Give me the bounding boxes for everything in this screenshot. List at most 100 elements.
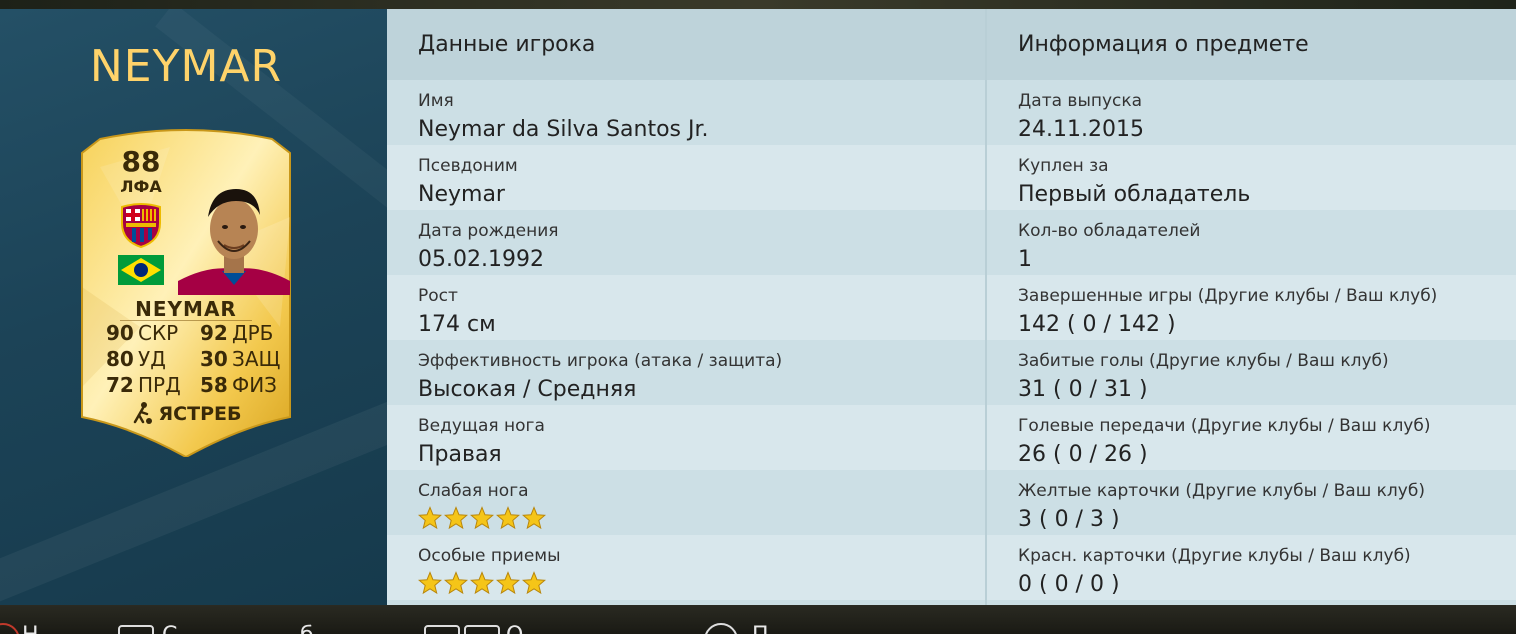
stat-value: 90	[106, 321, 134, 345]
stat-label: ЗАЩ	[232, 347, 281, 371]
star-icon	[418, 506, 442, 530]
stat-label: ДРБ	[232, 321, 274, 345]
info-value: Высокая / Средняя	[418, 377, 637, 402]
info-label: Завершенные игры (Другие клубы / Ваш клу…	[1018, 286, 1438, 306]
r1-button-icon	[464, 625, 500, 634]
player-data-header: Данные игрока	[387, 9, 985, 80]
info-row: Голевые передачи (Другие клубы / Ваш клу…	[987, 405, 1516, 470]
info-row: Ведущая нога Правая	[387, 405, 985, 470]
info-label: Имя	[418, 91, 454, 111]
info-value: Neymar da Silva Santos Jr.	[418, 117, 709, 142]
star-icon	[444, 571, 468, 595]
stat-row: 80 УД 30 ЗАЩ	[106, 347, 286, 373]
info-label: Кол-во обладателей	[1018, 221, 1201, 241]
info-row: Рост 174 см	[387, 275, 985, 340]
card-player-name: NEYMAR	[135, 297, 237, 321]
info-label: Желтые карточки (Другие клубы / Ваш клуб…	[1018, 481, 1425, 501]
hint-text: П	[752, 623, 769, 634]
star-icon	[522, 571, 546, 595]
stat-label: ФИЗ	[232, 373, 277, 397]
info-row: Завершенные игры (Другие клубы / Ваш клу…	[987, 275, 1516, 340]
stat-value: 80	[106, 347, 134, 371]
card-stats: 90 СКР 92 ДРБ 80 УД 30 ЗАЩ 72 ПРД 58 ФИЗ	[106, 321, 286, 399]
info-row: Дата рождения 05.02.1992	[387, 210, 985, 275]
info-row: Желтые карточки (Другие клубы / Ваш клуб…	[987, 470, 1516, 535]
stat-label: УД	[138, 347, 166, 371]
info-value: Neymar	[418, 182, 505, 207]
options-button-icon	[118, 625, 154, 634]
item-info-header: Информация о предмете	[987, 9, 1516, 80]
info-row: Псевдоним Neymar	[387, 145, 985, 210]
chemistry-player-icon	[133, 402, 152, 424]
info-label: Особые приемы	[418, 546, 561, 566]
info-label: Куплен за	[1018, 156, 1109, 176]
star-icon	[470, 506, 494, 530]
club-crest-icon	[121, 203, 161, 249]
chemistry-style-label: ЯСТРЕБ	[158, 403, 242, 425]
info-row: Забитые голы (Другие клубы / Ваш клуб) 31…	[987, 340, 1516, 405]
info-value: 1	[1018, 247, 1032, 272]
controller-hint-bar: Н С б О П	[0, 605, 1516, 634]
hint-text: О	[506, 623, 523, 634]
info-label: Дата выпуска	[1018, 91, 1143, 111]
card-position: ЛФА	[120, 177, 162, 196]
info-value: 174 см	[418, 312, 496, 337]
star-icon	[444, 506, 468, 530]
circle-button-icon	[0, 623, 20, 634]
info-row: Имя Neymar da Silva Santos Jr.	[387, 80, 985, 145]
star-rating	[418, 503, 985, 534]
info-row: Дата выпуска 24.11.2015	[987, 80, 1516, 145]
info-value: 24.11.2015	[1018, 117, 1144, 142]
star-icon	[496, 571, 520, 595]
info-value: 142 ( 0 / 142 )	[1018, 312, 1176, 337]
stick-button-icon	[704, 623, 738, 634]
info-label: Дата рождения	[418, 221, 559, 241]
info-value: 26 ( 0 / 26 )	[1018, 442, 1148, 467]
star-icon	[418, 571, 442, 595]
star-icon	[470, 571, 494, 595]
info-row: Слабая нога	[387, 470, 985, 535]
stat-value: 30	[200, 347, 228, 371]
l1-button-icon	[424, 625, 460, 634]
info-value: Первый обладатель	[1018, 182, 1251, 207]
stat-row: 90 СКР 92 ДРБ	[106, 321, 286, 347]
star-icon	[522, 506, 546, 530]
stat-value: 72	[106, 373, 134, 397]
info-label: Псевдоним	[418, 156, 518, 176]
brazil-flag-icon	[118, 255, 164, 285]
info-row: Куплен за Первый обладатель	[987, 145, 1516, 210]
star-icon	[496, 506, 520, 530]
stat-row: 72 ПРД 58 ФИЗ	[106, 373, 286, 399]
hint-text: С	[162, 623, 177, 634]
info-label: Красн. карточки (Другие клубы / Ваш клуб…	[1018, 546, 1411, 566]
info-label: Рост	[418, 286, 458, 306]
star-rating	[418, 568, 985, 599]
stat-label: ПРД	[138, 373, 181, 397]
info-label: Забитые голы (Другие клубы / Ваш клуб)	[1018, 351, 1389, 371]
card-rating: 88	[121, 145, 161, 178]
info-value: Правая	[418, 442, 502, 467]
stat-value: 58	[200, 373, 228, 397]
chemistry-style: ЯСТРЕБ	[80, 402, 292, 425]
player-info-panel: Данные игрока Информация о предмете Имя N…	[387, 9, 1516, 605]
player-name-title: NEYMAR	[89, 41, 283, 92]
info-value: 31 ( 0 / 31 )	[1018, 377, 1148, 402]
info-row: Кол-во обладателей 1	[987, 210, 1516, 275]
player-card[interactable]: 88 ЛФА NEYMAR 90 СКР 92 ДРБ 80 УД 30 ЗАЩ…	[80, 127, 292, 457]
info-row: Эффективность игрока (атака / защита) Выс…	[387, 340, 985, 405]
player-portrait-icon	[178, 189, 290, 295]
info-value: 0 ( 0 / 0 )	[1018, 572, 1120, 597]
hint-text: б	[300, 623, 314, 634]
top-edge-bar	[0, 0, 1516, 9]
info-value: 05.02.1992	[418, 247, 544, 272]
player-card-panel: NEYMAR 88 ЛФА NEYMAR 90 СКР 92 ДРБ 80 УД…	[0, 9, 387, 605]
info-label: Голевые передачи (Другие клубы / Ваш клу…	[1018, 416, 1431, 436]
stat-value: 92	[200, 321, 228, 345]
hint-text: Н	[22, 623, 39, 634]
info-label: Эффективность игрока (атака / защита)	[418, 351, 783, 371]
info-label: Ведущая нога	[418, 416, 545, 436]
info-row: Красн. карточки (Другие клубы / Ваш клуб…	[987, 535, 1516, 600]
info-value: 3 ( 0 / 3 )	[1018, 507, 1120, 532]
info-row: Особые приемы	[387, 535, 985, 600]
stat-label: СКР	[138, 321, 179, 345]
